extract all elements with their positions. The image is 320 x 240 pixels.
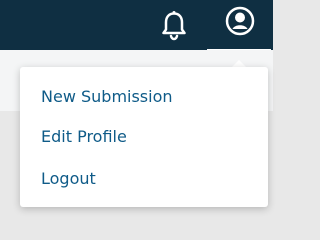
user-circle-icon	[225, 6, 255, 36]
bell-icon	[162, 11, 186, 41]
notifications-button[interactable]	[158, 7, 190, 45]
edit-profile-menu-item[interactable]: Edit Profile	[41, 127, 127, 147]
top-navigation-bar	[0, 0, 273, 53]
logout-menu-item[interactable]: Logout	[41, 169, 96, 189]
account-menu-button[interactable]	[206, 0, 271, 53]
account-dropdown: New Submission Edit Profile Logout	[20, 60, 270, 209]
account-dropdown-menu: New Submission Edit Profile Logout	[20, 67, 268, 207]
new-submission-menu-item[interactable]: New Submission	[41, 87, 173, 107]
